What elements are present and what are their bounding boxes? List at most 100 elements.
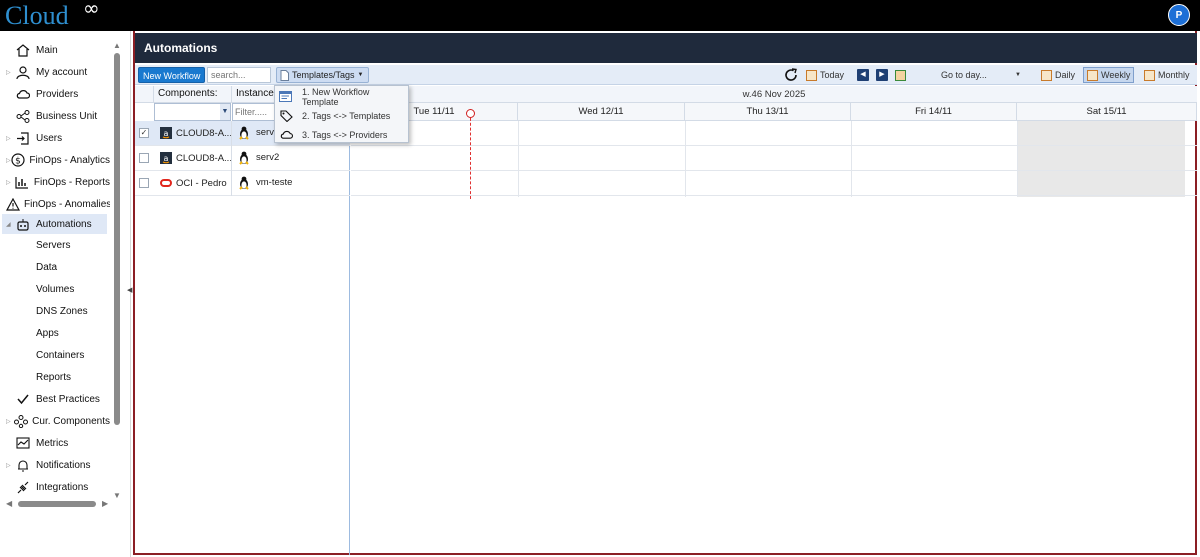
page-title: Automations <box>135 33 1197 63</box>
calendar-day-icon <box>1041 69 1052 81</box>
app-logo[interactable]: Cloud ∞ <box>5 0 100 31</box>
scroll-down-icon[interactable]: ▼ <box>113 491 121 500</box>
day-divider <box>518 121 519 197</box>
component-name: CLOUD8-A... <box>176 128 232 139</box>
components-column-header[interactable]: Components: <box>154 86 232 103</box>
menu-item-label: 2. Tags <-> Templates <box>302 110 391 121</box>
monthly-view-button[interactable]: Monthly <box>1140 67 1194 83</box>
sidebar-item-cur-components[interactable]: ▷ Cur. Components <box>6 411 110 431</box>
resource-grid: Components: Instances ▼ ✓ a CLOUD8-A... … <box>135 86 350 555</box>
calendar-row[interactable] <box>351 121 1197 146</box>
sidebar-collapse-icon[interactable]: ◀ <box>127 286 132 294</box>
top-bar: Cloud ∞ P <box>0 0 1200 31</box>
sidebar-item-label: FinOps - Anomalies <box>24 198 110 210</box>
sidebar-item-main[interactable]: Main <box>6 40 110 60</box>
sidebar: Main ▷ My account Providers Business Uni… <box>0 31 131 557</box>
component-name: OCI - Pedro <box>176 178 227 189</box>
chevron-right-icon: ▶ <box>876 69 888 81</box>
sidebar-item-notifications[interactable]: ▷ Notifications <box>6 455 110 475</box>
sidebar-item-label: Integrations <box>36 481 89 493</box>
calendar-icon <box>806 69 817 81</box>
day-header-sat[interactable]: Sat 15/11 <box>1017 103 1197 121</box>
sidebar-item-automations[interactable]: ◢ Automations <box>2 214 107 234</box>
calendar-grid: w.46 Nov 2025 Tue 11/11 Wed 12/11 Thu 13… <box>351 86 1197 555</box>
svg-text:$: $ <box>16 157 22 167</box>
calendar-row[interactable] <box>351 171 1197 196</box>
instance-name[interactable]: vm-teste <box>256 177 292 188</box>
sidebar-item-integrations[interactable]: Integrations <box>6 477 110 497</box>
scroll-right-icon[interactable]: ▶ <box>102 499 108 508</box>
scrollbar-thumb[interactable] <box>114 53 120 425</box>
sidebar-horizontal-scrollbar[interactable]: ◀ ▶ <box>6 499 110 509</box>
sidebar-subitem-servers[interactable]: Servers <box>36 240 70 251</box>
scroll-up-icon[interactable]: ▲ <box>113 41 121 50</box>
current-time-marker <box>466 109 475 118</box>
sidebar-item-label: Automations <box>36 218 92 230</box>
sidebar-item-users[interactable]: ▷ Users <box>6 128 110 148</box>
calendar-picker-button[interactable] <box>895 67 909 83</box>
search-input[interactable] <box>207 67 271 83</box>
sidebar-item-my-account[interactable]: ▷ My account <box>6 62 110 82</box>
sidebar-item-finops-reports[interactable]: ▷ FinOps - Reports <box>6 172 110 192</box>
components-filter-select[interactable]: ▼ <box>154 103 231 121</box>
day-header-fri[interactable]: Fri 14/11 <box>851 103 1017 121</box>
sidebar-item-label: FinOps - Analytics <box>29 154 110 166</box>
table-row[interactable]: OCI - Pedro vm-teste <box>135 171 350 196</box>
sidebar-subitem-reports[interactable]: Reports <box>36 372 71 383</box>
daily-view-button[interactable]: Daily <box>1037 67 1079 83</box>
sidebar-subitem-containers[interactable]: Containers <box>36 350 84 361</box>
sidebar-item-business-unit[interactable]: Business Unit <box>6 106 110 126</box>
sidebar-subitem-data[interactable]: Data <box>36 262 57 273</box>
sidebar-subitem-dns-zones[interactable]: DNS Zones <box>36 306 88 317</box>
weekly-view-button[interactable]: Weekly <box>1083 67 1135 83</box>
robot-icon <box>14 217 32 231</box>
weekly-label: Weekly <box>1101 70 1131 80</box>
menu-item-label: 1. New Workflow Template <box>301 86 370 107</box>
day-header-thu[interactable]: Thu 13/11 <box>685 103 851 121</box>
sidebar-vertical-scrollbar[interactable]: ▲ ▼ <box>113 41 121 501</box>
scroll-left-icon[interactable]: ◀ <box>6 499 12 508</box>
sidebar-item-label: Providers <box>36 88 79 100</box>
go-to-day-select[interactable]: Go to day... ▼ <box>933 67 1023 83</box>
user-avatar[interactable]: P <box>1168 4 1190 26</box>
svg-text:a: a <box>164 129 169 138</box>
calendar-month-icon <box>1144 69 1155 81</box>
today-label: Today <box>820 70 845 80</box>
today-button[interactable]: Today <box>806 67 844 83</box>
prev-button[interactable]: ◀ <box>857 67 869 83</box>
instances-filter-input[interactable] <box>232 103 275 121</box>
sidebar-item-providers[interactable]: Providers <box>6 84 110 104</box>
menu-item-new-workflow-template[interactable]: 1. New Workflow Template <box>275 86 408 107</box>
refresh-button[interactable] <box>784 67 798 83</box>
aws-icon: a <box>160 127 172 139</box>
menu-item-tags-providers[interactable]: 3. Tags <-> Providers <box>275 125 408 144</box>
menu-item-tags-templates[interactable]: 2. Tags <-> Templates <box>275 106 408 125</box>
row-checkbox[interactable]: ✓ <box>139 128 149 138</box>
day-divider <box>1017 121 1018 197</box>
table-row[interactable]: a CLOUD8-A... serv2 <box>135 146 350 171</box>
instance-name[interactable]: serv2 <box>256 152 279 163</box>
day-header-wed[interactable]: Wed 12/11 <box>518 103 685 121</box>
oracle-icon <box>160 177 172 189</box>
templates-tags-button[interactable]: Templates/Tags ▼ <box>276 67 370 83</box>
sidebar-item-metrics[interactable]: Metrics <box>6 433 110 453</box>
sidebar-subitem-volumes[interactable]: Volumes <box>36 284 74 295</box>
sidebar-item-finops-analytics[interactable]: ▷ $ FinOps - Analytics <box>6 150 110 170</box>
new-workflow-button[interactable]: New Workflow <box>138 67 206 83</box>
sidebar-item-best-practices[interactable]: Best Practices <box>6 389 110 409</box>
next-button[interactable]: ▶ <box>876 67 888 83</box>
chevron-left-icon: ◀ <box>857 69 869 81</box>
sidebar-item-finops-anomalies[interactable]: FinOps - Anomalies <box>6 194 110 214</box>
calendar-row[interactable] <box>351 146 1197 171</box>
day-divider <box>685 121 686 197</box>
chart-icon <box>14 436 32 450</box>
components-icon <box>13 414 28 428</box>
tag-icon <box>279 109 293 122</box>
row-checkbox[interactable] <box>139 153 149 163</box>
calendar-color-icon <box>895 69 906 81</box>
svg-text:a: a <box>164 154 169 163</box>
sidebar-subitem-apps[interactable]: Apps <box>36 328 59 339</box>
row-checkbox[interactable] <box>139 178 149 188</box>
sidebar-item-label: Business Unit <box>36 110 98 122</box>
scrollbar-thumb[interactable] <box>18 501 96 507</box>
